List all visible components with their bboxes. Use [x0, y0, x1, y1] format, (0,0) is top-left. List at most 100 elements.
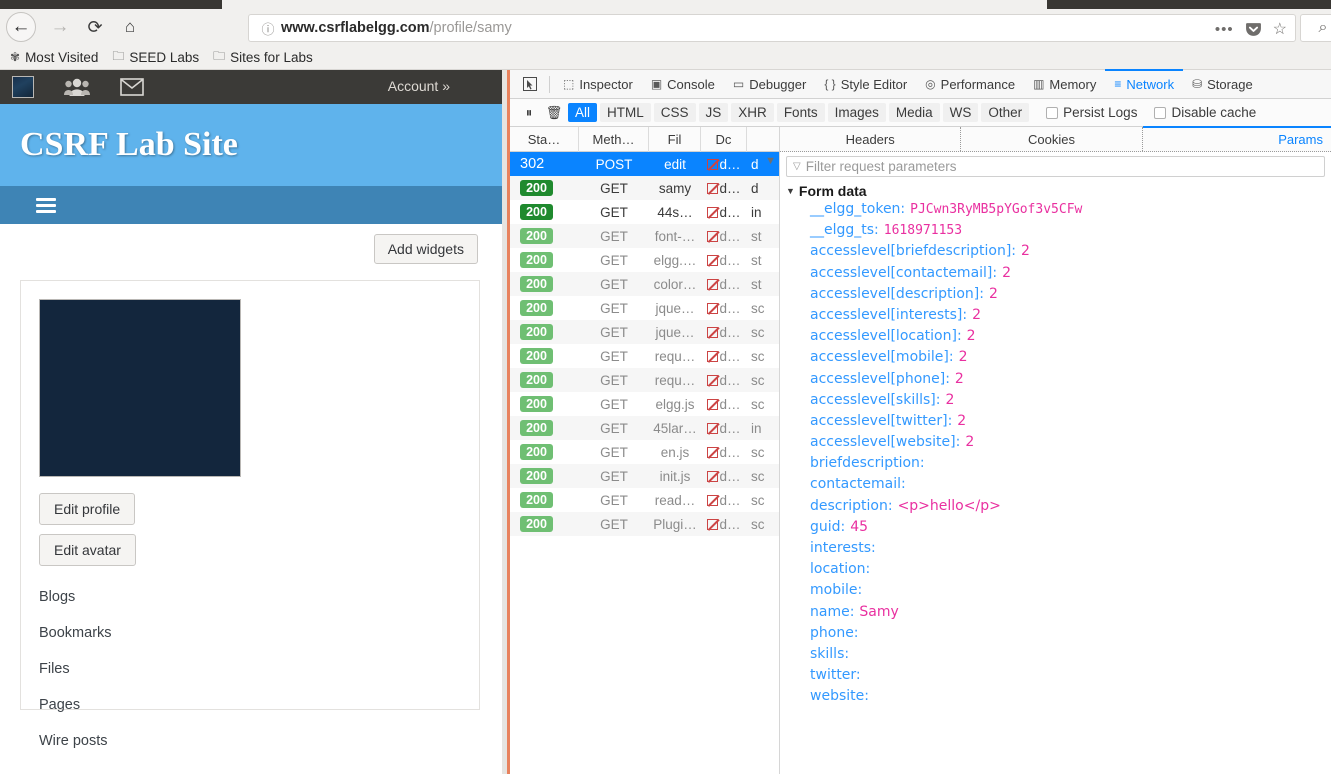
hamburger-menu-icon[interactable]	[36, 195, 56, 216]
filter-other[interactable]: Other	[981, 103, 1030, 122]
table-row[interactable]: 200 GET 44s… d… in	[510, 200, 779, 224]
pause-icon[interactable]: ⏸	[518, 105, 540, 121]
address-bar[interactable]: ⓘ www.csrflabelgg.com/profile/samy ••• ☆	[248, 14, 1296, 42]
profile-link-blogs[interactable]: Blogs	[39, 589, 461, 605]
edit-avatar-button[interactable]: Edit avatar	[39, 534, 136, 566]
table-row[interactable]: 200 GET elgg.… d… st	[510, 248, 779, 272]
account-menu[interactable]: Account »	[388, 78, 450, 94]
param-row[interactable]: description: <p>hello</p>	[810, 498, 1331, 519]
column-status[interactable]: Sta…	[510, 126, 579, 152]
param-row[interactable]: location:	[810, 561, 1331, 582]
tab-cookies[interactable]: Cookies	[961, 127, 1143, 151]
filter-all[interactable]: All	[568, 103, 598, 122]
table-row[interactable]: 200 GET init.js d… sc	[510, 464, 779, 488]
table-row[interactable]: 200 GET jque… d… sc	[510, 320, 779, 344]
param-row[interactable]: accesslevel[briefdescription]: 2	[810, 243, 1331, 264]
profile-link-files[interactable]: Files	[39, 661, 461, 677]
table-row[interactable]: 200 GET 45lar… d… in	[510, 416, 779, 440]
table-row[interactable]: 200 GET jque… d… sc	[510, 296, 779, 320]
bookmark-item[interactable]: 🗀 Sites for Labs	[213, 47, 313, 68]
table-row[interactable]: 302 POST edit d… d	[510, 152, 779, 176]
filter-js[interactable]: JS	[698, 103, 729, 122]
pocket-icon[interactable]	[1245, 21, 1262, 38]
tab-inspector[interactable]: ⬚ Inspector	[554, 70, 642, 99]
network-request-list[interactable]: Sta… Meth… Fil Dc 302 POST edit d… d 200 GET sa…	[510, 126, 780, 774]
param-row[interactable]: accesslevel[contactemail]: 2	[810, 265, 1331, 286]
filter-media[interactable]: Media	[888, 103, 940, 122]
table-row[interactable]: 200 GET elgg.js d… sc	[510, 392, 779, 416]
table-row[interactable]: 200 GET en.js d… sc	[510, 440, 779, 464]
param-row[interactable]: accesslevel[location]: 2	[810, 328, 1331, 349]
tab-network[interactable]: ≡ Network	[1105, 68, 1183, 99]
search-box[interactable]: ⌕	[1300, 14, 1331, 42]
tab-console[interactable]: ▣ Console	[642, 70, 724, 99]
user-avatar-icon[interactable]	[12, 76, 34, 98]
filter-images[interactable]: Images	[827, 103, 886, 122]
persist-logs-checkbox[interactable]: Persist Logs	[1046, 105, 1137, 120]
table-row[interactable]: 200 GET font-… d… st	[510, 224, 779, 248]
tab-params[interactable]: Params	[1142, 126, 1331, 151]
table-row[interactable]: 200 GET samy d… d	[510, 176, 779, 200]
param-row[interactable]: accesslevel[description]: 2	[810, 286, 1331, 307]
param-row[interactable]: twitter:	[810, 667, 1331, 688]
filter-html[interactable]: HTML	[600, 103, 651, 122]
table-row[interactable]: 200 GET read… d… sc	[510, 488, 779, 512]
param-row[interactable]: accesslevel[website]: 2	[810, 434, 1331, 455]
param-row[interactable]: website:	[810, 688, 1331, 709]
table-row[interactable]: 200 GET requ… d… sc	[510, 344, 779, 368]
page-actions-icon[interactable]: •••	[1215, 21, 1234, 38]
column-file[interactable]: Fil	[649, 126, 701, 152]
column-method[interactable]: Meth…	[579, 126, 649, 152]
param-row[interactable]: briefdescription:	[810, 455, 1331, 476]
param-row[interactable]: accesslevel[interests]: 2	[810, 307, 1331, 328]
tab-style-editor[interactable]: { } Style Editor	[815, 70, 916, 99]
forward-button[interactable]: →	[45, 12, 75, 42]
param-filter-input[interactable]: ▽ Filter request parameters	[786, 156, 1325, 177]
add-widgets-button[interactable]: Add widgets	[373, 234, 478, 264]
reload-button[interactable]: ⟳	[80, 12, 110, 42]
table-row[interactable]: 200 GET color… d… st	[510, 272, 779, 296]
tab-performance[interactable]: ◎ Performance	[916, 70, 1024, 99]
table-row[interactable]: 200 GET requ… d… sc	[510, 368, 779, 392]
twisty-icon[interactable]: ▼	[786, 186, 795, 196]
param-row[interactable]: accesslevel[twitter]: 2	[810, 413, 1331, 434]
bookmark-item[interactable]: ✾ Most Visited	[10, 50, 98, 65]
profile-link-pages[interactable]: Pages	[39, 697, 461, 713]
friends-icon[interactable]	[64, 77, 90, 97]
tab-debugger[interactable]: ▭ Debugger	[724, 70, 815, 99]
param-row[interactable]: name: Samy	[810, 604, 1331, 625]
clear-trash-icon[interactable]: 🗑	[543, 105, 565, 121]
param-row[interactable]: contactemail:	[810, 476, 1331, 497]
tab-headers[interactable]: Headers	[780, 127, 962, 151]
filter-xhr[interactable]: XHR	[731, 103, 774, 122]
home-button[interactable]: ⌂	[115, 12, 145, 42]
param-row[interactable]: phone:	[810, 625, 1331, 646]
column-domain[interactable]: Dc	[701, 126, 747, 152]
table-row[interactable]: 200 GET Plugi… d… sc	[510, 512, 779, 536]
param-row[interactable]: interests:	[810, 540, 1331, 561]
profile-link-bookmarks[interactable]: Bookmarks	[39, 625, 461, 641]
bookmark-item[interactable]: 🗀 SEED Labs	[112, 47, 199, 68]
filter-ws[interactable]: WS	[942, 103, 979, 122]
edit-profile-button[interactable]: Edit profile	[39, 493, 136, 525]
form-data-section-header[interactable]: ▼ Form data	[780, 183, 1331, 199]
mail-icon[interactable]	[120, 78, 144, 96]
bookmark-star-icon[interactable]: ☆	[1273, 19, 1287, 39]
back-button[interactable]: ←	[6, 12, 36, 42]
param-row[interactable]: __elgg_token: PJCwn3RyMB5pYGof3v5CFw	[810, 201, 1331, 222]
profile-link-wire-posts[interactable]: Wire posts	[39, 733, 461, 749]
filter-fonts[interactable]: Fonts	[776, 103, 825, 122]
param-row[interactable]: accesslevel[phone]: 2	[810, 371, 1331, 392]
filter-css[interactable]: CSS	[653, 103, 696, 122]
chevron-down-icon[interactable]: ▼	[765, 155, 776, 167]
param-row[interactable]: __elgg_ts: 1618971153	[810, 222, 1331, 243]
param-row[interactable]: accesslevel[skills]: 2	[810, 392, 1331, 413]
site-info-icon[interactable]: ⓘ	[255, 19, 281, 38]
param-row[interactable]: accesslevel[mobile]: 2	[810, 349, 1331, 370]
tab-storage[interactable]: ⛁ Storage	[1183, 70, 1262, 99]
param-row[interactable]: mobile:	[810, 582, 1331, 603]
disable-cache-checkbox[interactable]: Disable cache	[1154, 105, 1256, 120]
param-row[interactable]: skills:	[810, 646, 1331, 667]
tab-memory[interactable]: ▥ Memory	[1024, 70, 1105, 99]
column-type[interactable]	[747, 127, 779, 152]
